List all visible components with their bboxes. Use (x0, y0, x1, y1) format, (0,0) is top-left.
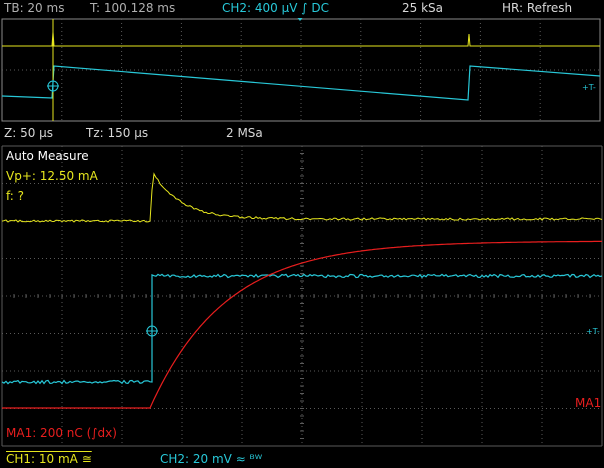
frequency-measurement: f: ? (6, 189, 24, 203)
channel-status-bar: CH1: 10 mA ≅ CH2: 20 mV ≈ ᴮᵂ (0, 450, 604, 468)
main-ch2-level-marker: +T- (586, 327, 600, 336)
top-status-bar: TB: 20 ms T: 100.128 ms CH2: 400 µV ∫ DC… (0, 0, 604, 18)
ma1-label[interactable]: MA1: 200 nC (∫dx) (6, 426, 117, 440)
main-grid (2, 146, 602, 446)
overview-grid (62, 19, 540, 121)
auto-measure-title: Auto Measure (6, 149, 89, 163)
trigger-time-readout[interactable]: T: 100.128 ms (90, 1, 175, 15)
scope-display: +T- +T- (0, 0, 604, 468)
ch2-trigger-readout[interactable]: CH2: 400 µV ∫ DC (222, 1, 329, 15)
acquisition-mode-readout[interactable]: HR: Refresh (502, 1, 572, 15)
timebase-readout[interactable]: TB: 20 ms (4, 1, 64, 15)
overview-ch2-level-marker: +T- (582, 83, 596, 92)
ch2-setting[interactable]: CH2: 20 mV ≈ ᴮᵂ (160, 452, 262, 466)
ch1-setting[interactable]: CH1: 10 mA ≅ (6, 452, 92, 466)
sample-rate-readout: 25 kSa (402, 1, 443, 15)
ma1-marker-label[interactable]: MA1 (575, 396, 601, 410)
zoom-sample-rate-readout: 2 MSa (226, 126, 263, 140)
zoom-delay-readout[interactable]: Tz: 150 µs (86, 126, 148, 140)
zoom-info-bar: Z: 50 µs Tz: 150 µs 2 MSa (0, 123, 604, 145)
zoom-scale-readout[interactable]: Z: 50 µs (4, 126, 53, 140)
vp-measurement: Vp+: 12.50 mA (6, 169, 98, 183)
main-trigger-marker (146, 325, 158, 337)
overview-trigger-marker (47, 80, 59, 92)
